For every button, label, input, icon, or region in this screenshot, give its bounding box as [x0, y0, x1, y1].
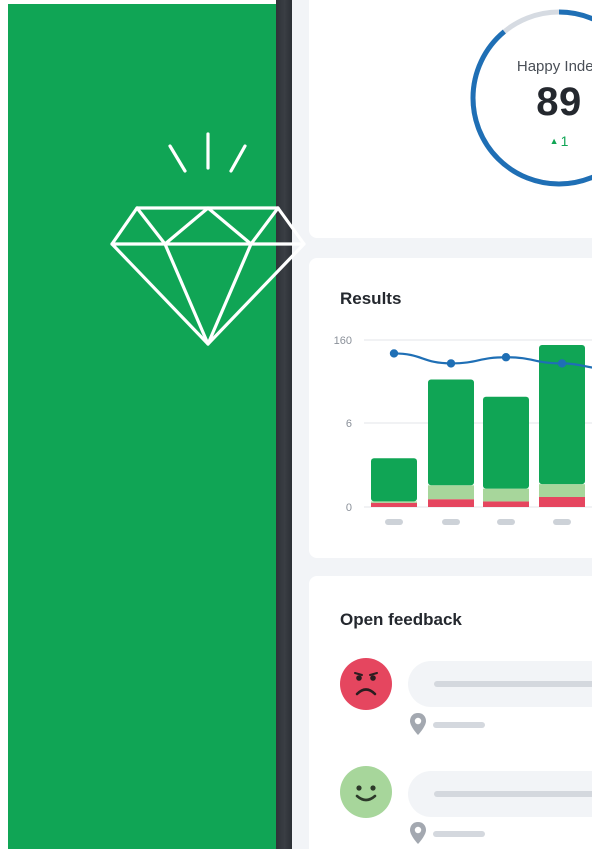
diamond-icon [110, 132, 306, 346]
promo-stage: Happy Index 89 ▲1 Results 16060 Open fee… [0, 0, 592, 849]
